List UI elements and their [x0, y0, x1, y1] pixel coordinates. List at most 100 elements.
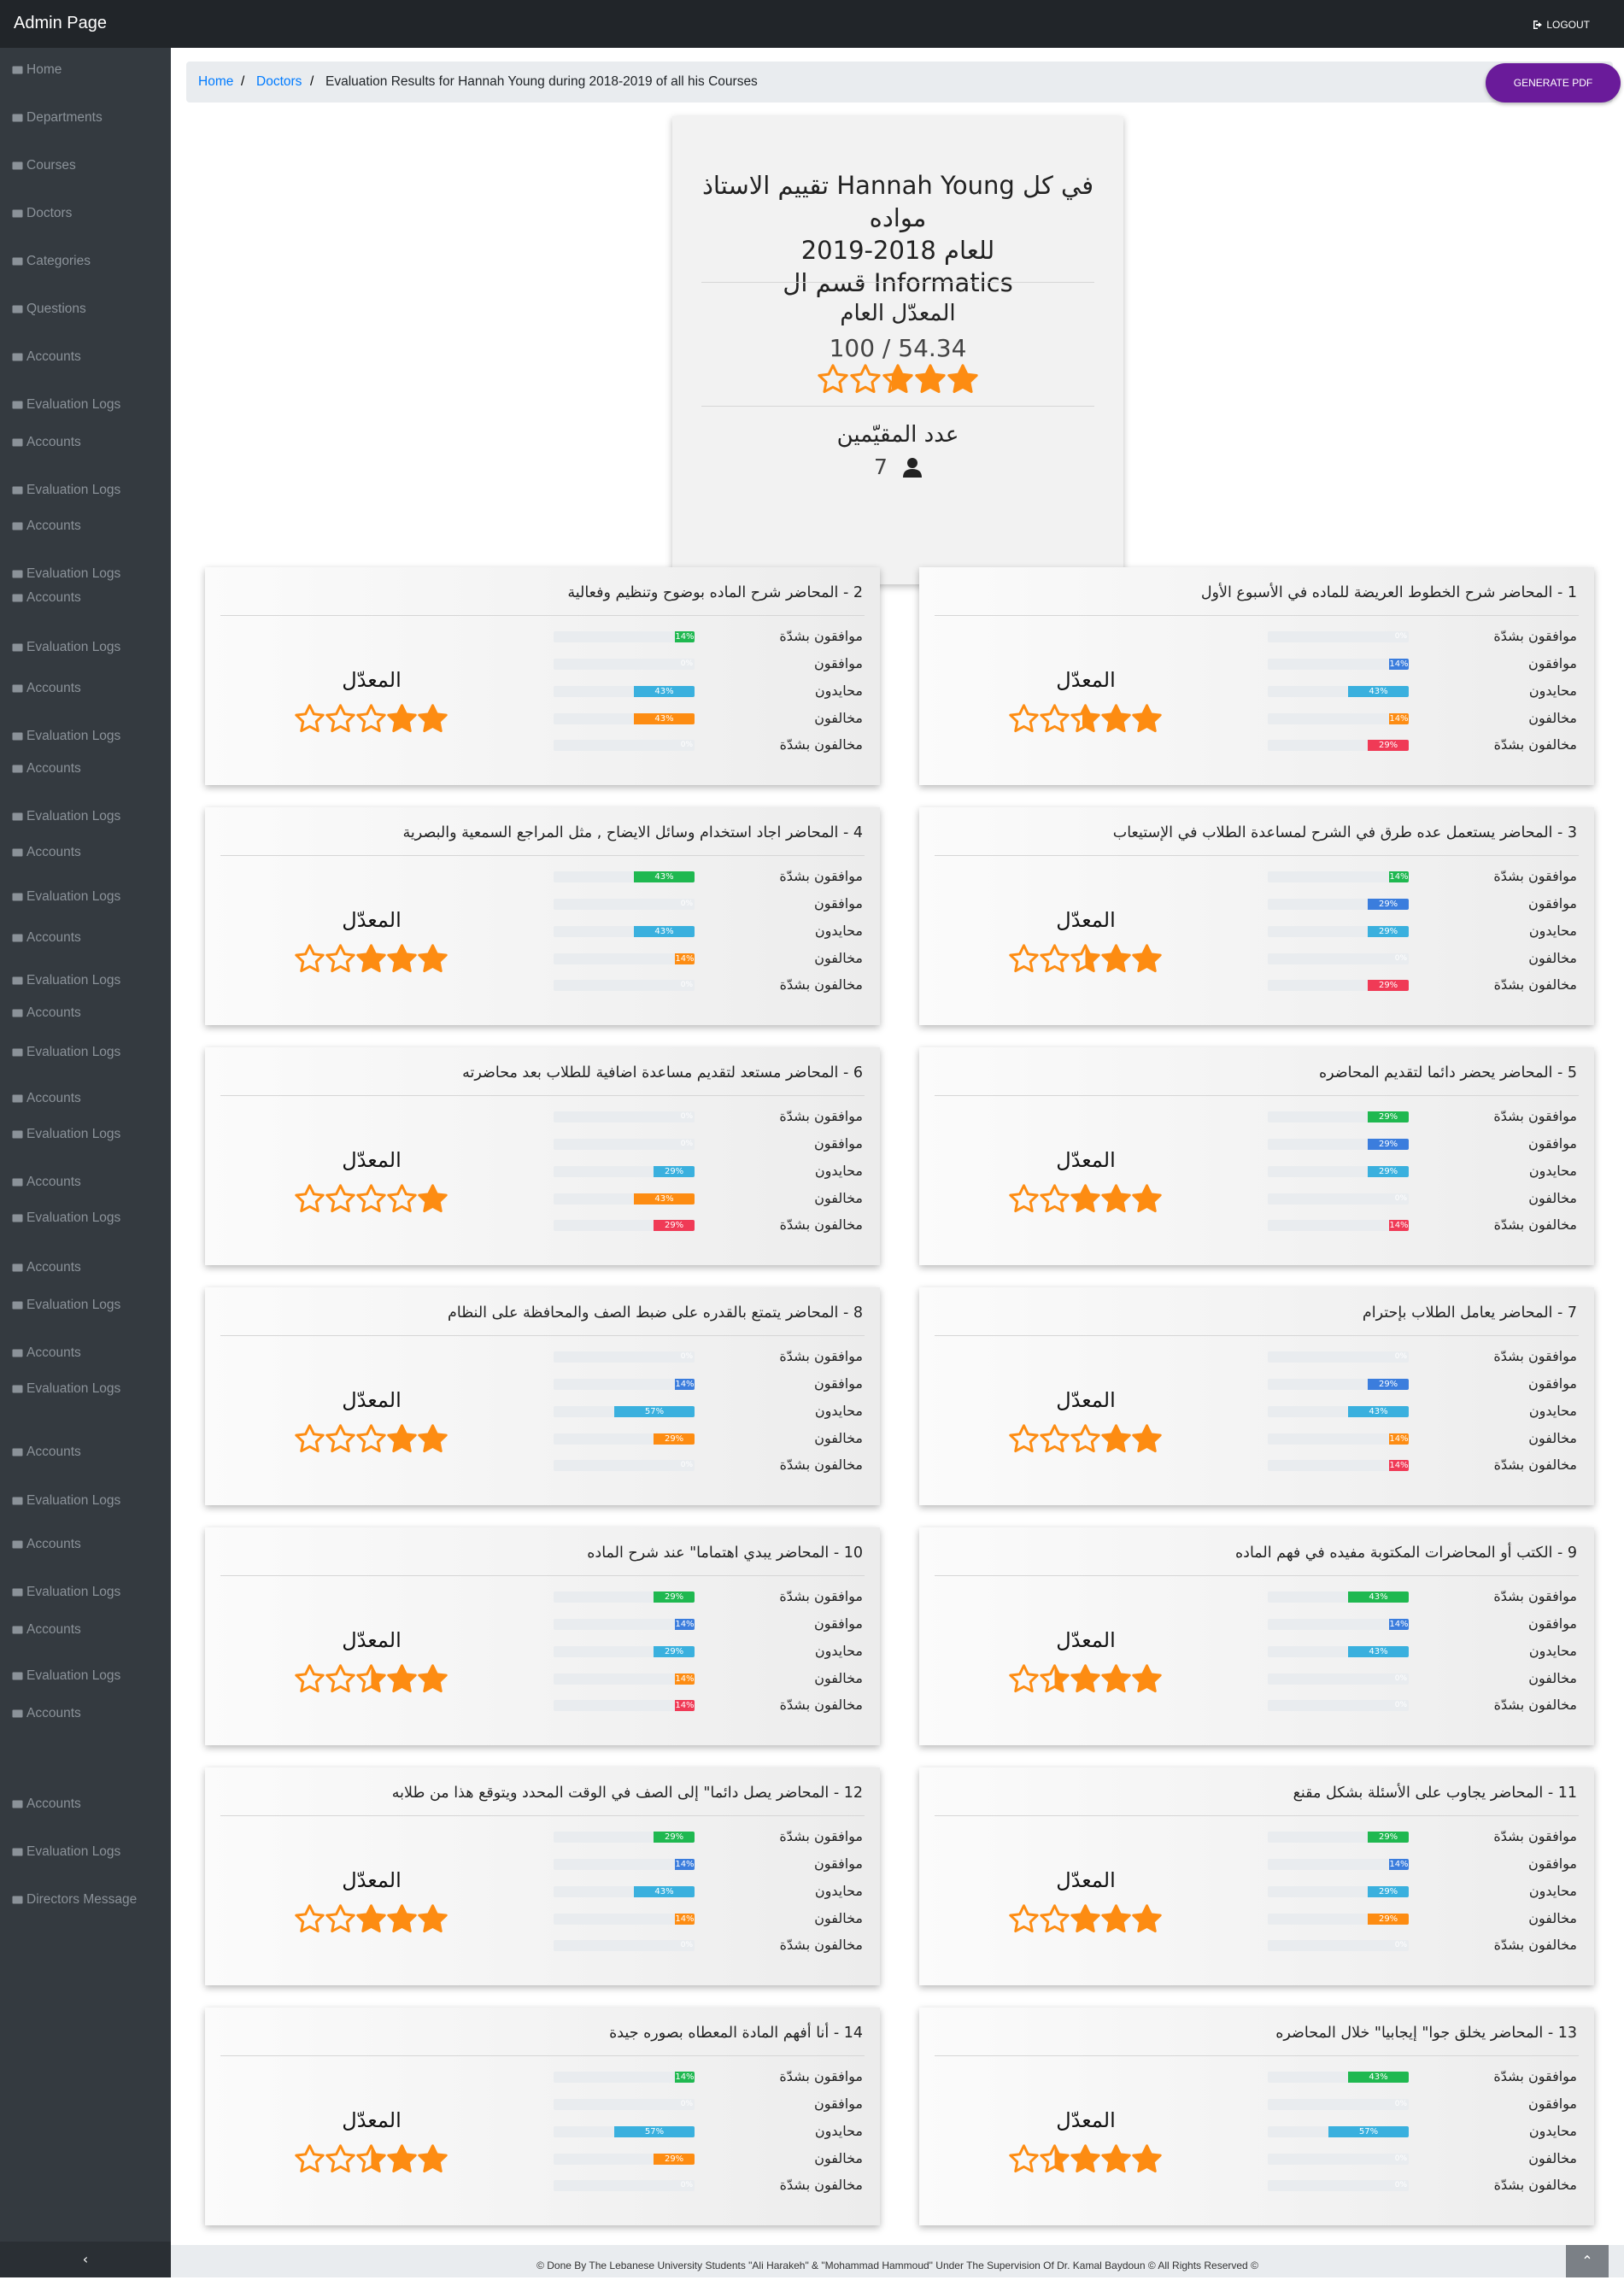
sidebar-item-evaluation-logs[interactable]: Evaluation Logs — [12, 1668, 120, 1684]
response-progress-value: 0% — [1394, 954, 1407, 963]
response-progress-value: 0% — [1394, 2181, 1407, 2189]
response-option-label: محايدون — [1528, 2123, 1577, 2139]
id-card-icon — [12, 1263, 23, 1272]
sidebar-item-accounts[interactable]: Accounts — [12, 349, 81, 365]
id-card-icon — [12, 438, 23, 447]
sidebar-item-label: Accounts — [26, 1706, 81, 1720]
sidebar-item-label: Evaluation Logs — [26, 889, 121, 904]
logout-button[interactable]: LOGOUT — [1533, 19, 1590, 31]
sidebar-item-evaluation-logs[interactable]: Evaluation Logs — [12, 1045, 120, 1060]
sidebar-item-evaluation-logs[interactable]: Evaluation Logs — [12, 729, 120, 744]
sidebar-item-accounts[interactable]: Accounts — [12, 1445, 81, 1460]
sidebar-item-label: Evaluation Logs — [26, 1585, 121, 1599]
sidebar-item-evaluation-logs[interactable]: Evaluation Logs — [12, 640, 120, 655]
sidebar-item-evaluation-logs[interactable]: Evaluation Logs — [12, 1210, 120, 1226]
star-empty-icon — [1040, 1904, 1070, 1933]
response-option-label: مخالفون بشدّة — [1493, 1216, 1577, 1233]
sidebar-item-accounts[interactable]: Accounts — [12, 1622, 81, 1638]
sidebar-item-label: Accounts — [26, 1345, 81, 1360]
response-progress-fill: 14% — [674, 1379, 695, 1390]
response-option-label: موافقون بشدّة — [1493, 2068, 1577, 2084]
sidebar-item-evaluation-logs[interactable]: Evaluation Logs — [12, 1585, 120, 1600]
sidebar-item-accounts[interactable]: Accounts — [12, 590, 81, 606]
sidebar-item-accounts[interactable]: Accounts — [12, 1797, 81, 1812]
sidebar-item-evaluation-logs[interactable]: Evaluation Logs — [12, 1493, 120, 1509]
scroll-to-top-button[interactable]: ⌃ — [1566, 2245, 1609, 2277]
sidebar-item-accounts[interactable]: Accounts — [12, 519, 81, 534]
response-option-label: محايدون — [1528, 1643, 1577, 1659]
sidebar-item-evaluation-logs[interactable]: Evaluation Logs — [12, 973, 120, 988]
response-progress-bar: 43% — [554, 1193, 695, 1205]
breadcrumb-home-link[interactable]: Home — [198, 74, 233, 89]
sidebar-item-evaluation-logs[interactable]: Evaluation Logs — [12, 483, 120, 498]
breadcrumb-doctors-link[interactable]: Doctors — [256, 74, 302, 89]
sidebar-item-accounts[interactable]: Accounts — [12, 1005, 81, 1021]
sidebar-item-label: Evaluation Logs — [26, 1045, 121, 1059]
divider — [935, 855, 1579, 856]
response-option-label: مخالفون — [814, 1190, 863, 1206]
sidebar-item-accounts[interactable]: Accounts — [12, 1175, 81, 1190]
id-card-icon — [12, 1094, 23, 1103]
star-full-icon — [418, 1664, 448, 1693]
sidebar-item-label: Accounts — [26, 845, 81, 859]
divider — [935, 1335, 1579, 1336]
response-option-label: مخالفون — [814, 1910, 863, 1926]
divider — [935, 615, 1579, 616]
sidebar-item-courses[interactable]: Courses — [12, 158, 76, 173]
sidebar-item-evaluation-logs[interactable]: Evaluation Logs — [12, 1844, 120, 1860]
sidebar-item-categories[interactable]: Categories — [12, 254, 91, 269]
response-progress-bar: 29% — [1268, 1139, 1409, 1150]
sidebar-item-accounts[interactable]: Accounts — [12, 435, 81, 450]
sidebar-item-accounts[interactable]: Accounts — [12, 930, 81, 946]
response-progress-bar: 0% — [554, 659, 695, 670]
sidebar-item-evaluation-logs[interactable]: Evaluation Logs — [12, 809, 120, 824]
sidebar-item-accounts[interactable]: Accounts — [12, 1706, 81, 1721]
sidebar-item-accounts[interactable]: Accounts — [12, 1345, 81, 1361]
sidebar-item-evaluation-logs[interactable]: Evaluation Logs — [12, 566, 120, 582]
sidebar-item-accounts[interactable]: Accounts — [12, 845, 81, 860]
response-progress-value: 0% — [680, 1461, 693, 1469]
response-progress-bar: 14% — [1268, 1619, 1409, 1630]
divider — [220, 2055, 865, 2056]
sidebar-item-accounts[interactable]: Accounts — [12, 761, 81, 777]
response-progress-bar: 14% — [1268, 659, 1409, 670]
evaluators-count-row: 7 — [672, 454, 1123, 479]
envelope-icon — [12, 1896, 23, 1904]
sidebar-item-evaluation-logs[interactable]: Evaluation Logs — [12, 1381, 120, 1397]
sidebar-item-label: Accounts — [26, 1091, 81, 1105]
sidebar-item-questions[interactable]: Questions — [12, 302, 86, 317]
response-progress-fill: 14% — [674, 631, 695, 642]
sidebar-item-label: Accounts — [26, 1175, 81, 1189]
question-title: 6 - المحاضر مستعد لتقديم مساعدة اضافية ل… — [462, 1064, 863, 1081]
sidebar-item-accounts[interactable]: Accounts — [12, 1537, 81, 1552]
sidebar-item-label: Accounts — [26, 1260, 81, 1275]
response-option-label: موافقون — [813, 1615, 863, 1632]
sidebar-item-directors-message[interactable]: Directors Message — [12, 1892, 137, 1908]
sidebar-item-accounts[interactable]: Accounts — [12, 1091, 81, 1106]
divider — [701, 282, 1094, 283]
sidebar-item-evaluation-logs[interactable]: Evaluation Logs — [12, 889, 120, 905]
sidebar-item-evaluation-logs[interactable]: Evaluation Logs — [12, 1127, 120, 1142]
sidebar-item-accounts[interactable]: Accounts — [12, 1260, 81, 1275]
app-title[interactable]: Admin Page — [14, 14, 107, 33]
sidebar-item-evaluation-logs[interactable]: Evaluation Logs — [12, 1298, 120, 1313]
sidebar-item-home[interactable]: Home — [12, 62, 62, 78]
question-title: 13 - المحاضر يخلق جوا" إيجابيا" خلال الم… — [1275, 2025, 1577, 2042]
response-progress-bar: 43% — [1268, 1646, 1409, 1657]
sidebar-item-accounts[interactable]: Accounts — [12, 681, 81, 696]
response-progress-bar: 14% — [554, 1859, 695, 1870]
response-progress-bar: 29% — [554, 1591, 695, 1603]
sidebar-collapse-button[interactable]: ‹ — [0, 2242, 171, 2277]
sidebar-item-departments[interactable]: Departments — [12, 110, 103, 126]
divider — [220, 855, 865, 856]
generate-pdf-button[interactable]: GENERATE PDF — [1486, 63, 1621, 103]
response-option-label: موافقون — [813, 2096, 863, 2112]
response-progress-value: 0% — [680, 1140, 693, 1148]
sidebar-item-evaluation-logs[interactable]: Evaluation Logs — [12, 397, 120, 413]
breadcrumb-doctors-wrap: Doctors — [256, 74, 302, 90]
star-empty-icon — [1040, 944, 1070, 973]
sidebar-item-doctors[interactable]: Doctors — [12, 206, 72, 221]
log-icon — [12, 1301, 23, 1310]
response-progress-bar: 14% — [1268, 1433, 1409, 1445]
response-progress-bar: 29% — [1268, 899, 1409, 910]
